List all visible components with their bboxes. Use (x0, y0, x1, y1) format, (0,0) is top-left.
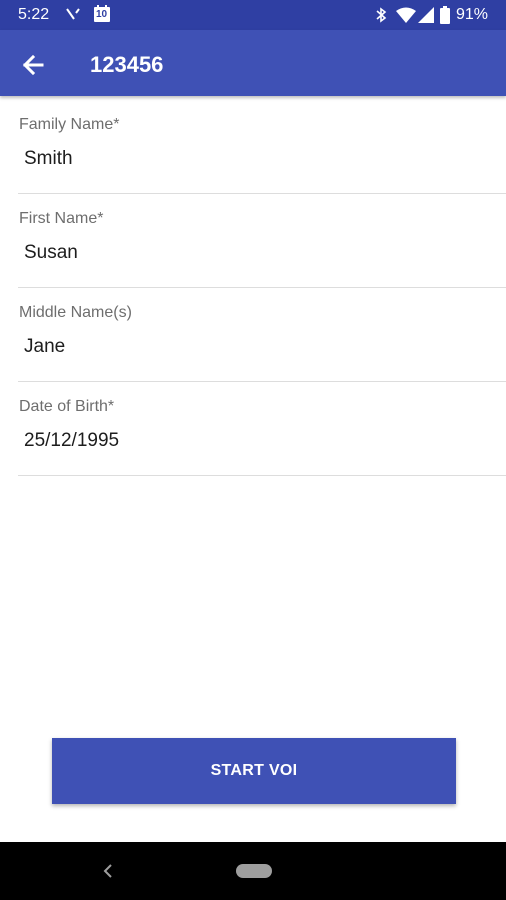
battery-percent: 91% (456, 6, 489, 23)
bluetooth-icon (374, 6, 388, 29)
app-bar: 123456 (0, 30, 506, 96)
system-nav-bar (0, 842, 506, 900)
middle-names-field[interactable]: Middle Name(s) (18, 288, 506, 382)
back-button[interactable] (16, 48, 50, 82)
middle-names-input[interactable] (24, 336, 464, 358)
date-of-birth-field[interactable]: Date of Birth* (18, 382, 506, 476)
field-divider (18, 475, 506, 476)
first-name-field[interactable]: First Name* (18, 194, 506, 288)
date-of-birth-input[interactable] (24, 430, 464, 452)
calendar-icon: 10 (92, 4, 112, 24)
family-name-field[interactable]: Family Name* (18, 100, 506, 194)
wifi-icon (396, 7, 416, 28)
signal-icon (418, 7, 434, 28)
status-time: 5:22 (18, 6, 50, 23)
family-name-input[interactable] (24, 148, 464, 170)
page-title: 123456 (90, 52, 164, 77)
missed-call-icon (64, 6, 82, 29)
family-name-label: Family Name* (19, 116, 120, 133)
first-name-input[interactable] (24, 242, 464, 264)
arrow-back-icon (22, 54, 44, 76)
nav-back-icon[interactable] (100, 862, 116, 885)
start-voi-button[interactable]: START VOI (52, 738, 456, 804)
date-of-birth-label: Date of Birth* (19, 398, 115, 415)
battery-icon (440, 6, 450, 29)
middle-names-label: Middle Name(s) (19, 304, 132, 321)
nav-home-pill-icon[interactable] (236, 864, 272, 878)
status-bar: 5:22 10 91% (0, 0, 506, 30)
calendar-date: 10 (96, 9, 108, 20)
first-name-label: First Name* (19, 210, 104, 227)
